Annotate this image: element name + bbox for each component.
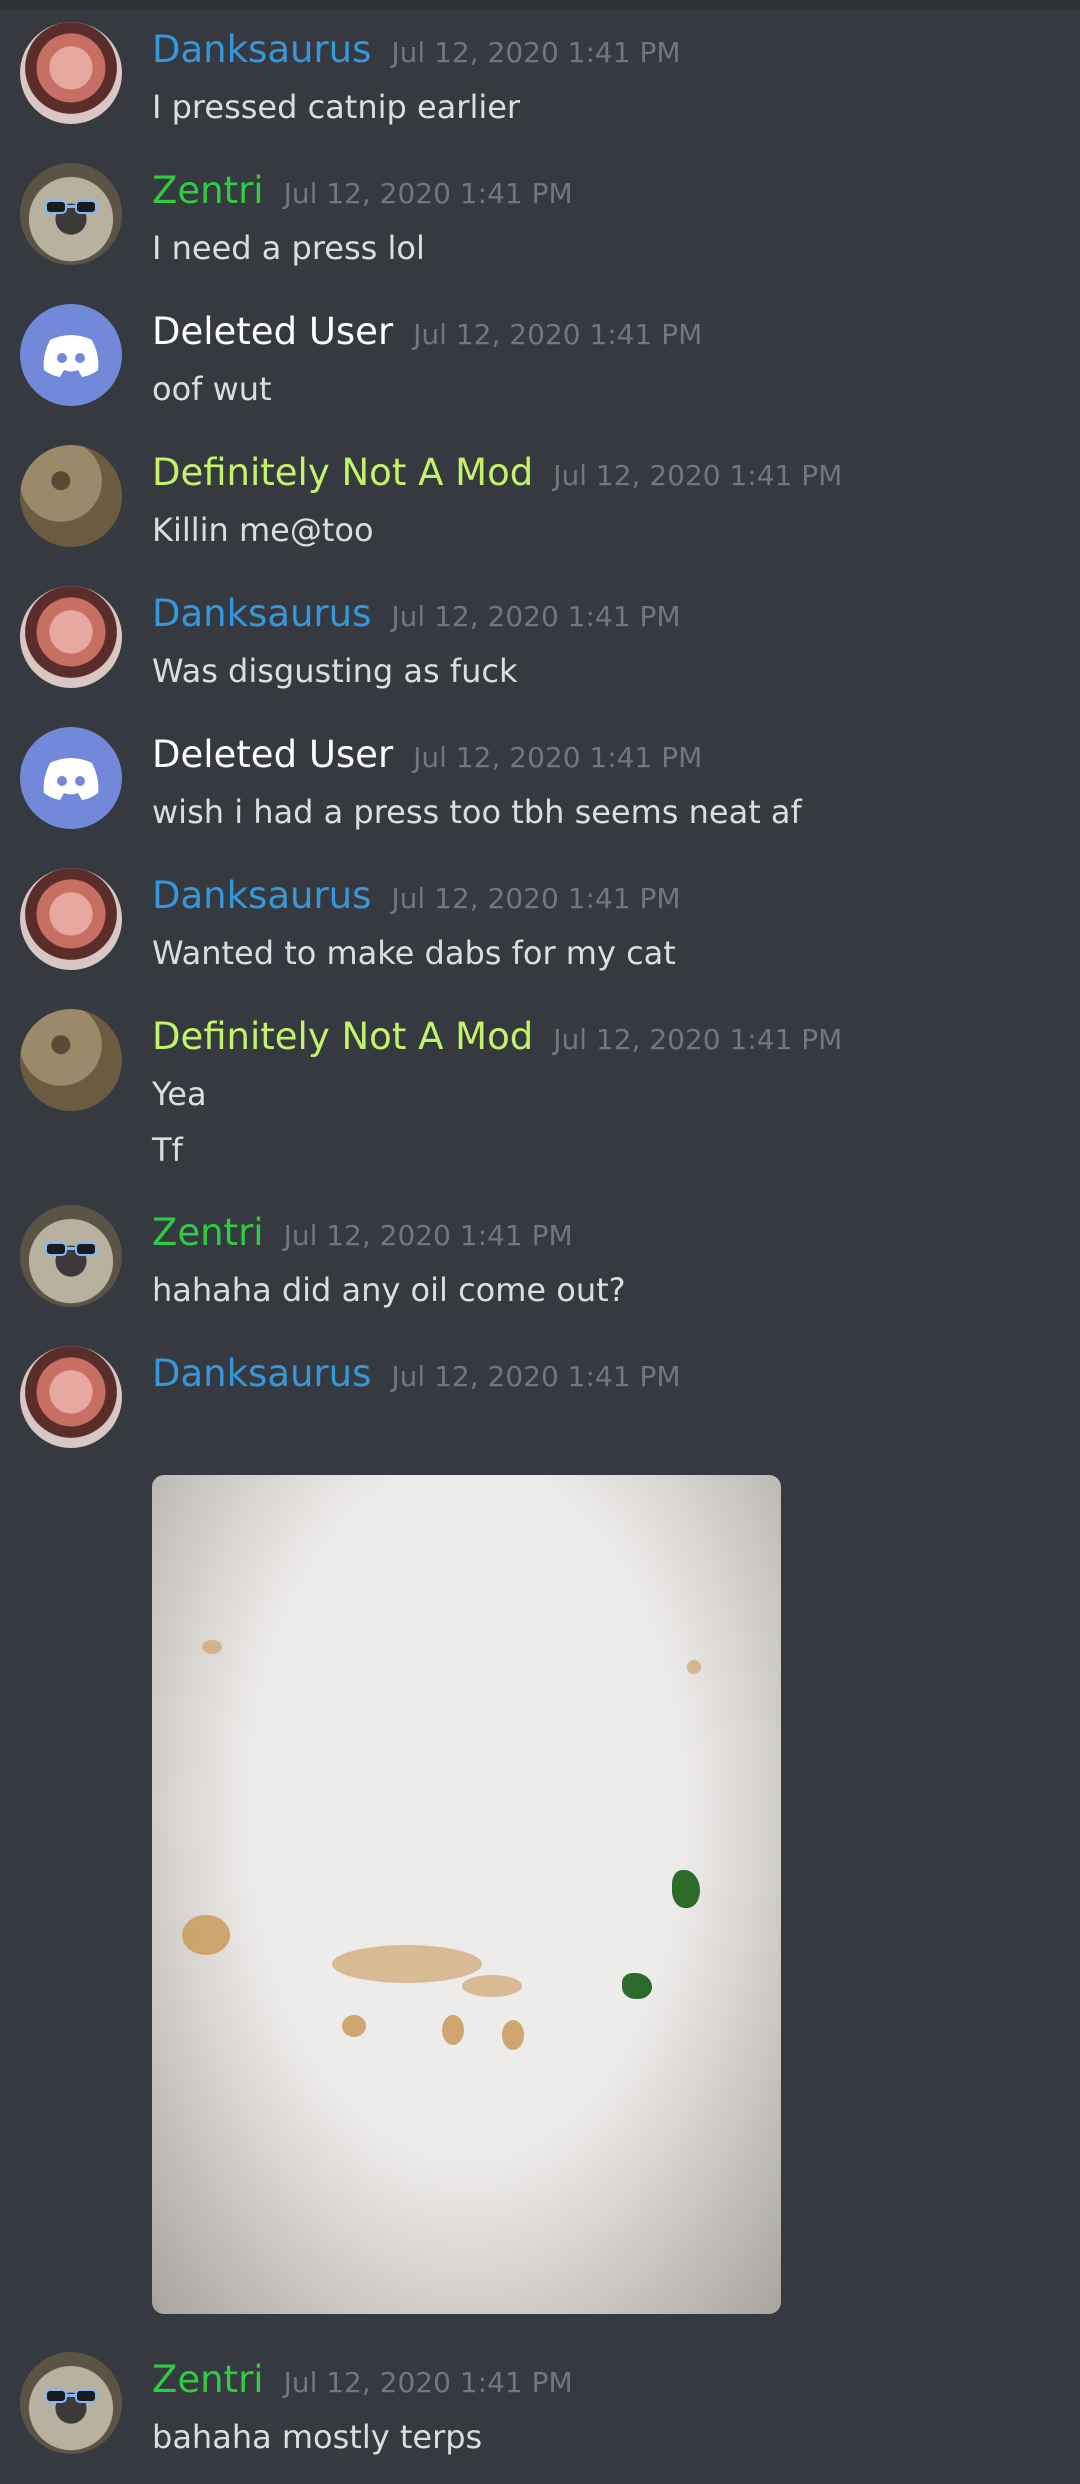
author-name[interactable]: Definitely Not A Mod: [152, 1015, 533, 1058]
timestamp: Jul 12, 2020 1:41 PM: [391, 882, 681, 915]
top-bar: [0, 0, 1080, 10]
message-text: Yea: [152, 1075, 207, 1113]
timestamp: Jul 12, 2020 1:41 PM: [283, 2366, 573, 2399]
discord-logo-icon: [43, 335, 99, 377]
author-name[interactable]: Danksaurus: [152, 28, 371, 71]
avatar[interactable]: [20, 1009, 122, 1111]
oil-stain: [342, 2015, 366, 2037]
message-text: wish i had a press too tbh seems neat af: [152, 793, 802, 831]
oil-stain: [442, 2015, 464, 2045]
plant-fleck: [622, 1973, 652, 1999]
avatar[interactable]: [20, 22, 122, 124]
oil-stain: [687, 1660, 701, 1674]
message-text: Wanted to make dabs for my cat: [152, 934, 676, 972]
oil-stain: [502, 2020, 524, 2050]
discord-logo-icon: [43, 758, 99, 800]
avatar[interactable]: [20, 727, 122, 829]
author-name[interactable]: Zentri: [152, 2358, 264, 2401]
author-name[interactable]: Danksaurus: [152, 874, 371, 917]
timestamp: Jul 12, 2020 1:41 PM: [391, 36, 681, 69]
author-name[interactable]: Zentri: [152, 1211, 264, 1254]
timestamp: Jul 12, 2020 1:41 PM: [413, 741, 703, 774]
message-text: Killin me@too: [152, 511, 374, 549]
oil-stain: [462, 1975, 522, 1997]
timestamp: Jul 12, 2020 1:41 PM: [283, 1219, 573, 1252]
plant-fleck: [672, 1870, 700, 1908]
avatar[interactable]: [20, 304, 122, 406]
avatar[interactable]: [20, 1205, 122, 1307]
message-text: I pressed catnip earlier: [152, 88, 521, 126]
avatar[interactable]: [20, 445, 122, 547]
avatar[interactable]: [20, 586, 122, 688]
timestamp: Jul 12, 2020 1:41 PM: [391, 1360, 681, 1393]
oil-stain: [202, 1640, 222, 1654]
avatar[interactable]: [20, 1346, 122, 1448]
author-name[interactable]: Deleted User: [152, 310, 393, 353]
author-name[interactable]: Danksaurus: [152, 1352, 371, 1395]
timestamp: Jul 12, 2020 1:41 PM: [553, 459, 843, 492]
message-text: Was disgusting as fuck: [152, 652, 518, 690]
oil-stain: [332, 1945, 482, 1983]
avatar[interactable]: [20, 163, 122, 265]
timestamp: Jul 12, 2020 1:41 PM: [413, 318, 703, 351]
message-text: bahaha mostly terps: [152, 2418, 483, 2456]
author-name[interactable]: Danksaurus: [152, 592, 371, 635]
message-text: Tf: [152, 1131, 183, 1169]
timestamp: Jul 12, 2020 1:41 PM: [283, 177, 573, 210]
message-text: oof wut: [152, 370, 272, 408]
oil-stain: [182, 1915, 230, 1955]
image-attachment[interactable]: [152, 1475, 781, 2314]
avatar[interactable]: [20, 2352, 122, 2454]
message-text: I need a press lol: [152, 229, 425, 267]
author-name[interactable]: Deleted User: [152, 733, 393, 776]
avatar[interactable]: [20, 868, 122, 970]
timestamp: Jul 12, 2020 1:41 PM: [391, 600, 681, 633]
message-text: hahaha did any oil come out?: [152, 1271, 626, 1309]
author-name[interactable]: Definitely Not A Mod: [152, 451, 533, 494]
timestamp: Jul 12, 2020 1:41 PM: [553, 1023, 843, 1056]
author-name[interactable]: Zentri: [152, 169, 264, 212]
